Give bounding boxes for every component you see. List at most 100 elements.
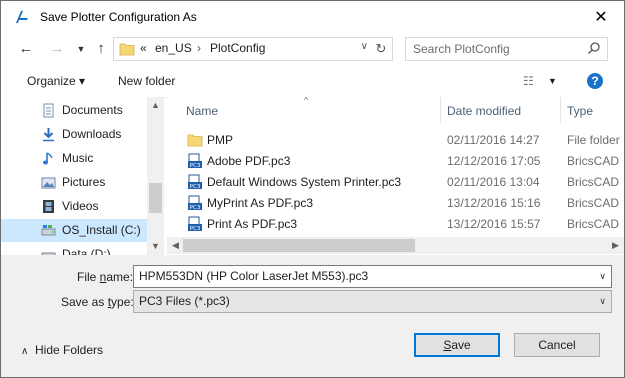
- file-list-horizontal-scrollbar[interactable]: ◀ ▶: [167, 237, 624, 254]
- search-icon: [587, 42, 600, 55]
- file-date: 13/12/2016 15:16: [447, 196, 541, 210]
- breadcrumb-separator-icon: ›: [197, 41, 201, 55]
- svg-text:PC3: PC3: [190, 184, 201, 190]
- hide-folders-label: Hide Folders: [35, 343, 104, 357]
- new-folder-button[interactable]: New folder: [118, 74, 175, 88]
- dialog-title: Save Plotter Configuration As: [40, 10, 197, 24]
- save-dialog: Save Plotter Configuration As ✕ ← → ▼ ↑ …: [0, 0, 625, 378]
- search-box[interactable]: Search PlotConfig: [405, 37, 608, 61]
- pc3-file-icon: PC3: [188, 174, 202, 190]
- file-row[interactable]: PC3 Default Windows System Printer.pc3 0…: [167, 171, 624, 192]
- file-date: 13/12/2016 15:57: [447, 217, 541, 231]
- sidebar-item-data[interactable]: Data (D:): [1, 243, 147, 255]
- pc3-file-icon: PC3: [188, 216, 202, 232]
- up-button[interactable]: ↑: [91, 40, 111, 58]
- sidebar-item-label: Data (D:): [62, 247, 111, 255]
- sidebar-item-os-install[interactable]: OS_Install (C:): [1, 219, 147, 242]
- hide-folders-button[interactable]: ∧ Hide Folders: [21, 343, 103, 357]
- chevron-down-icon[interactable]: ∨: [599, 271, 606, 282]
- save-form-area: File name: HPM553DN (HP Color LaserJet M…: [1, 255, 624, 377]
- file-row[interactable]: PC3 Adobe PDF.pc3 12/12/2016 17:05 Brics…: [167, 150, 624, 171]
- breadcrumb-overflow[interactable]: «: [140, 41, 147, 55]
- scrollbar-thumb[interactable]: [149, 183, 162, 213]
- pc3-file-icon: PC3: [188, 195, 202, 211]
- sidebar-item-documents[interactable]: Documents: [1, 99, 147, 122]
- music-icon: [43, 152, 53, 165]
- navigation-pane: Documents Downloads Music Pictures Video…: [1, 97, 164, 255]
- view-options-icon[interactable]: ☷: [523, 74, 534, 88]
- scrollbar-thumb[interactable]: [183, 239, 415, 252]
- file-date: 12/12/2016 17:05: [447, 154, 541, 168]
- column-name-label: Name: [186, 104, 219, 118]
- file-name: Default Windows System Printer.pc3: [207, 175, 402, 189]
- file-type: BricsCAD: [567, 217, 620, 231]
- save-as-type-select[interactable]: PC3 Files (*.pc3) ∨: [133, 290, 612, 313]
- scroll-left-icon[interactable]: ◀: [167, 237, 184, 254]
- bricscad-app-icon: [16, 11, 28, 23]
- pictures-icon: [41, 177, 56, 189]
- sort-ascending-icon: ^: [304, 97, 309, 105]
- folder-icon: [119, 43, 135, 56]
- view-dropdown-icon[interactable]: ▼: [548, 76, 557, 86]
- scroll-right-icon[interactable]: ▶: [607, 237, 624, 254]
- help-icon[interactable]: ?: [587, 73, 603, 89]
- sidebar-item-label: OS_Install (C:): [62, 223, 141, 237]
- svg-text:PC3: PC3: [190, 205, 201, 211]
- file-row[interactable]: PC3 MyPrint As PDF.pc3 13/12/2016 15:16 …: [167, 192, 624, 213]
- chevron-down-icon: ▼: [76, 44, 86, 54]
- file-name: Print As PDF.pc3: [207, 217, 298, 231]
- address-dropdown-icon[interactable]: ∨: [361, 41, 368, 52]
- address-bar[interactable]: « en_US › PlotConfig ∨ ↻: [113, 37, 393, 61]
- file-name-label: File name:: [77, 270, 134, 284]
- breadcrumb-plotconfig[interactable]: PlotConfig: [210, 41, 265, 55]
- back-button[interactable]: ←: [16, 40, 36, 58]
- save-as-type-value: PC3 Files (*.pc3): [139, 294, 230, 308]
- file-row[interactable]: PC3 Print As PDF.pc3 13/12/2016 15:57 Br…: [167, 213, 624, 234]
- recent-locations-button[interactable]: ▼: [71, 40, 91, 58]
- sidebar-item-label: Documents: [62, 103, 123, 117]
- sidebar-item-label: Downloads: [62, 127, 122, 141]
- file-type: BricsCAD: [567, 196, 620, 210]
- column-header-type[interactable]: Type: [561, 97, 624, 125]
- sidebar-item-videos[interactable]: Videos: [1, 195, 147, 218]
- sidebar-item-music[interactable]: Music: [1, 147, 147, 170]
- chevron-down-icon[interactable]: ∨: [599, 296, 606, 307]
- organize-button[interactable]: Organize ▾: [27, 74, 85, 88]
- command-toolbar: Organize ▾ New folder ☷ ▼ ?: [1, 66, 624, 98]
- file-row[interactable]: PMP 02/11/2016 14:27 File folder: [167, 129, 624, 150]
- scroll-down-icon[interactable]: ▼: [147, 238, 164, 255]
- save-as-type-label: Save as type:: [61, 295, 134, 309]
- cancel-button[interactable]: Cancel: [514, 333, 600, 357]
- navigation-bar: ← → ▼ ↑ « en_US › PlotConfig ∨ ↻ Search …: [1, 32, 624, 66]
- drive-icon: [41, 225, 56, 236]
- arrow-right-icon: →: [49, 40, 65, 57]
- breadcrumb-en-us[interactable]: en_US: [155, 41, 192, 55]
- svg-text:PC3: PC3: [190, 163, 201, 169]
- scroll-up-icon[interactable]: ▲: [147, 97, 164, 114]
- file-list: Name ^ Date modified Type PMP 02/11/2016…: [167, 97, 624, 255]
- column-header-date[interactable]: Date modified: [441, 97, 561, 125]
- sidebar-scrollbar[interactable]: ▲ ▼: [147, 97, 164, 255]
- file-name: MyPrint As PDF.pc3: [207, 196, 314, 210]
- file-name-value: HPM553DN (HP Color LaserJet M553).pc3: [139, 269, 369, 283]
- file-type: BricsCAD: [567, 154, 620, 168]
- sidebar-item-label: Pictures: [62, 175, 106, 189]
- file-name-field[interactable]: HPM553DN (HP Color LaserJet M553).pc3 ∨: [133, 265, 612, 288]
- close-icon[interactable]: ✕: [578, 1, 624, 32]
- drive-icon: [41, 252, 56, 255]
- arrow-left-icon: ←: [18, 40, 34, 57]
- file-name: PMP: [207, 133, 234, 147]
- forward-button[interactable]: →: [47, 40, 67, 58]
- file-name: Adobe PDF.pc3: [207, 154, 291, 168]
- sidebar-item-pictures[interactable]: Pictures: [1, 171, 147, 194]
- file-date: 02/11/2016 13:04: [447, 175, 540, 189]
- arrow-up-icon: ↑: [97, 40, 105, 57]
- chevron-up-icon: ∧: [21, 346, 29, 357]
- search-placeholder: Search PlotConfig: [413, 42, 510, 56]
- sidebar-item-label: Music: [62, 151, 94, 165]
- refresh-icon[interactable]: ↻: [369, 38, 392, 60]
- file-type: BricsCAD: [567, 175, 620, 189]
- save-button[interactable]: Save: [414, 333, 500, 357]
- column-header-name[interactable]: Name ^: [167, 97, 440, 125]
- sidebar-item-downloads[interactable]: Downloads: [1, 123, 147, 146]
